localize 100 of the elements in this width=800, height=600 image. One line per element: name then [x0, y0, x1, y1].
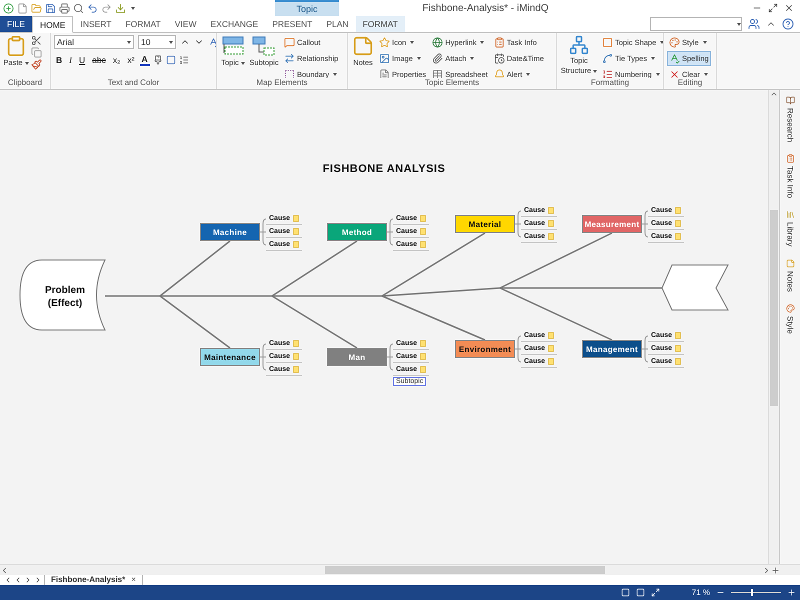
group-label: Clipboard [6, 78, 44, 89]
category-topic[interactable]: Machine [200, 223, 260, 241]
zoom-slider-thumb[interactable] [751, 589, 754, 596]
category-topic[interactable]: Material [455, 215, 515, 233]
head-shape[interactable] [20, 260, 106, 330]
format-button[interactable]: x₂ [110, 55, 122, 65]
fit-page-icon [620, 588, 630, 597]
image-icon [379, 53, 390, 64]
connector-line [642, 336, 648, 362]
caret-icon[interactable] [131, 6, 135, 10]
fit-width-icon [636, 588, 645, 597]
ribbon-tab[interactable]: INSERT [73, 16, 118, 32]
connector-line [514, 336, 522, 362]
ribbon-tab[interactable]: FORMAT [356, 16, 405, 32]
side-panel-tab[interactable]: Notes [786, 258, 794, 292]
category-topic[interactable]: Management [582, 340, 642, 358]
caret-icon [240, 62, 245, 65]
caret-icon [480, 41, 484, 44]
palette-icon [786, 304, 794, 313]
format-button[interactable]: abc [90, 55, 108, 65]
search-field[interactable] [650, 17, 742, 31]
connector-line [514, 210, 522, 238]
scroll-right-icon [762, 566, 771, 574]
bell-icon [494, 69, 505, 78]
format-button[interactable]: B [54, 55, 64, 65]
format-button[interactable]: U [76, 55, 88, 65]
sheet-tab-label: Fishbone-Analysis* [51, 575, 126, 584]
callout-icon [284, 37, 295, 48]
copy-icon [31, 47, 42, 58]
ribbon-tab[interactable]: EXCHANGE [203, 16, 266, 32]
numbered-list-icon [602, 69, 613, 78]
first-sheet-icon [4, 576, 12, 584]
ribbon-tab[interactable]: FORMAT [118, 16, 168, 32]
ribbon-tab[interactable]: HOME [32, 16, 74, 33]
caret-icon [656, 73, 660, 76]
font-field[interactable]: Arial [54, 35, 134, 49]
ribbon-tab[interactable]: VIEW [168, 16, 204, 32]
window-title: Fishbone-Analysis* - iMindQ [422, 2, 549, 14]
clipboard-icon [5, 35, 27, 57]
previous-sheet-icon [14, 576, 22, 584]
relationship-icon [284, 53, 295, 64]
caret-icon [702, 41, 707, 44]
connector-line [642, 210, 648, 238]
clipboard-icon [786, 154, 794, 164]
group-label: Text and Color [106, 78, 160, 89]
scrollbar-thumb[interactable] [770, 210, 778, 406]
library-icon [786, 210, 794, 220]
folder-icon [31, 2, 42, 14]
book-icon [786, 96, 794, 105]
connector-line [386, 344, 394, 370]
save-icon [45, 2, 56, 14]
caret-icon [660, 41, 663, 44]
scissors-icon [31, 35, 42, 46]
palette-icon [669, 37, 680, 48]
close-icon [669, 69, 680, 78]
curve-icon [602, 53, 613, 64]
connector-line [386, 218, 394, 246]
caret-icon [410, 41, 414, 44]
side-panel-tab[interactable]: Style [786, 304, 794, 334]
document-icon [17, 2, 28, 14]
diagram-title: FISHBONE ANALYSIS [322, 163, 446, 175]
category-topic[interactable]: Man [327, 348, 387, 366]
ribbon-tab[interactable]: PLAN [319, 16, 356, 32]
full-screen-icon [650, 588, 660, 597]
format-button[interactable]: x² [125, 55, 136, 65]
zoom-in-icon [787, 588, 796, 597]
side-panel-tab[interactable]: Library [786, 210, 794, 247]
caret-icon [526, 73, 530, 76]
new-icon [3, 2, 14, 14]
caret-icon [24, 62, 29, 65]
shape-icon [602, 37, 613, 48]
zoom-level: 71 % [692, 588, 710, 597]
ribbon-tab[interactable]: FILE [0, 16, 32, 32]
paperclip-icon [432, 53, 444, 64]
star-icon [379, 37, 390, 48]
tail-shape[interactable] [661, 264, 729, 310]
connector-line [260, 344, 266, 370]
category-topic[interactable]: Maintenance [200, 348, 260, 366]
ribbon-tab[interactable]: PRESENT [265, 16, 320, 32]
sheet-tab[interactable]: Fishbone-Analysis* × [44, 574, 143, 586]
people-icon [748, 18, 760, 30]
help-icon [782, 18, 794, 30]
scrollbar-thumb[interactable] [325, 566, 605, 574]
close-icon [784, 3, 794, 13]
font-color-button[interactable]: A [140, 54, 150, 66]
category-topic[interactable]: Environment [455, 340, 515, 358]
document-icon [379, 69, 390, 78]
close-tab-button[interactable]: × [131, 575, 136, 584]
table-icon [432, 69, 444, 78]
font-size-field[interactable]: 10 [138, 35, 176, 49]
caret-icon [470, 57, 474, 60]
side-panel-tab[interactable]: Task Info [786, 154, 794, 198]
brush-icon [31, 59, 42, 70]
side-panel-tab[interactable]: Research [786, 96, 794, 142]
format-button[interactable]: I [67, 55, 74, 65]
problem-label: Problem (Effect) [44, 284, 86, 310]
spellcheck-icon [669, 53, 680, 64]
redo-icon [101, 2, 112, 14]
last-sheet-icon [34, 576, 42, 584]
group-label: Editing [676, 78, 704, 89]
